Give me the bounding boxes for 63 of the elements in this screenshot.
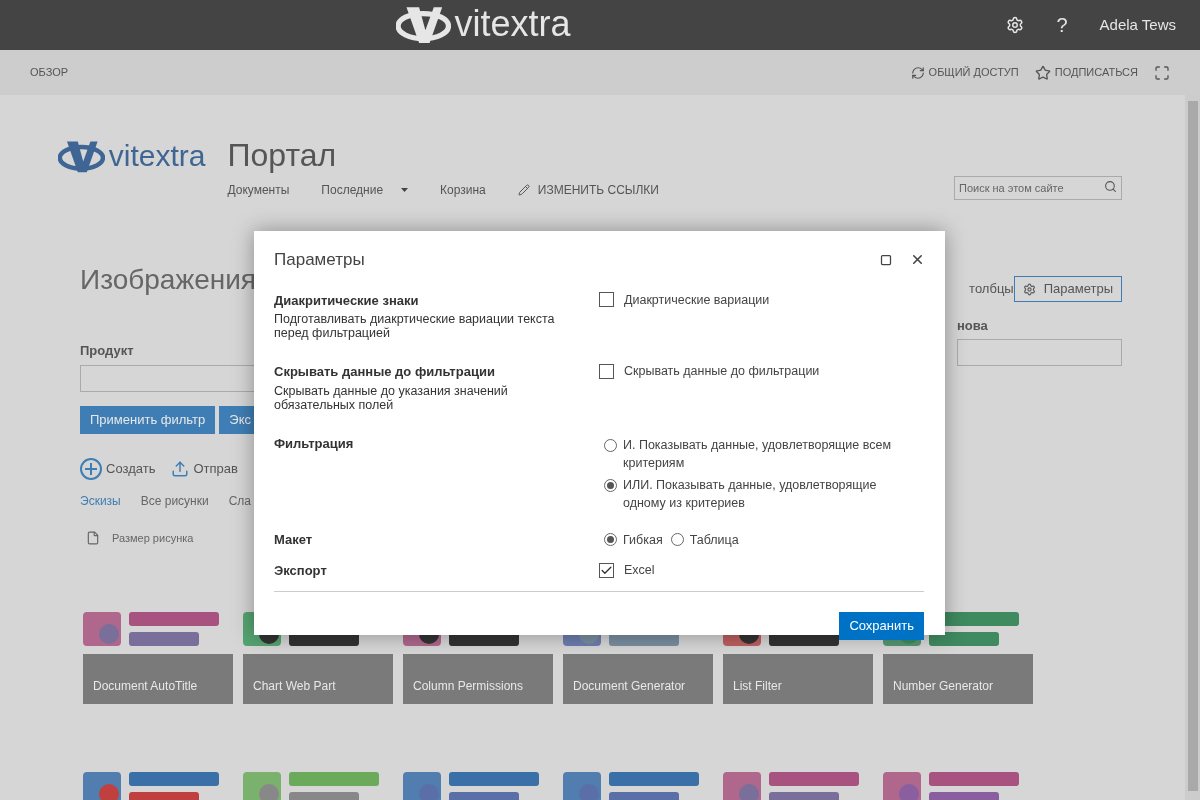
option-description: Скрывать данные до указания значений обязательных полей xyxy=(274,383,509,412)
option-title: Диакритические знаки xyxy=(274,291,420,310)
checkbox-label: Excel xyxy=(624,562,655,580)
settings-icon xyxy=(1022,282,1036,296)
field-label: нова xyxy=(957,317,989,335)
caret-icon xyxy=(401,188,409,192)
toolbar-button[interactable]: толбцы xyxy=(969,276,1014,302)
filter-button[interactable]: Применить фильтр xyxy=(80,405,216,434)
nav-link[interactable]: Последние xyxy=(321,181,409,199)
command-link[interactable]: Отправ xyxy=(171,458,238,479)
radio-label: И. Показывать данные, удовлетворящие всем критериям xyxy=(623,436,892,472)
checkbox[interactable] xyxy=(599,363,614,379)
site-title: Портал xyxy=(227,139,338,171)
nav-link[interactable]: ИЗМЕНИТЬ ССЫЛКИ xyxy=(517,181,659,199)
upload-icon xyxy=(171,459,190,478)
command-link[interactable]: Создать xyxy=(80,457,156,480)
tile[interactable]: Number Generator xyxy=(883,654,1033,704)
share-icon xyxy=(910,65,925,80)
tile[interactable]: Column Permissions xyxy=(403,654,553,704)
search-field[interactable]: Поиск на этом сайте xyxy=(954,176,1122,200)
field-label: Продукт xyxy=(80,342,135,360)
scrollbar-thumb[interactable] xyxy=(1187,101,1198,791)
view-tab[interactable]: Сла xyxy=(228,491,252,510)
star-icon xyxy=(1034,64,1051,81)
plus-circle-icon xyxy=(80,457,102,480)
pencil-icon xyxy=(517,184,530,196)
option-title: Скрывать данные до фильтрации xyxy=(274,363,496,381)
dialog-title: Параметры xyxy=(274,249,365,271)
nav-link[interactable]: Документы xyxy=(227,181,290,199)
tile[interactable]: List Filter xyxy=(723,654,873,704)
tile[interactable]: Document Generator xyxy=(563,654,713,704)
checkbox-label: Диакртические вариации xyxy=(624,291,770,309)
filter-field[interactable] xyxy=(957,338,1122,366)
option-title: Макет xyxy=(274,530,314,549)
toolbar-button[interactable]: Параметры xyxy=(1013,276,1122,302)
brand-logo: vitextra xyxy=(454,6,571,42)
ribbon-action[interactable]: ПОДПИСАТЬСЯ xyxy=(1034,64,1138,81)
settings-icon[interactable] xyxy=(1006,16,1025,34)
view-tab[interactable]: Все рисунки xyxy=(140,491,209,510)
help-button[interactable]: ? xyxy=(1048,10,1076,40)
checkbox-label: Скрывать данные до фильтрации xyxy=(624,363,820,380)
radio-label: Гибкая xyxy=(623,531,663,549)
site-logo[interactable]: vitextra xyxy=(108,133,206,178)
option-title: Фильтрация xyxy=(274,434,355,453)
focus-icon[interactable] xyxy=(1154,64,1170,81)
ribbon-tab[interactable]: ОБЗОР xyxy=(30,64,69,81)
maximize-icon[interactable] xyxy=(880,253,892,266)
user-name[interactable]: Adela Tews xyxy=(1099,13,1176,37)
ribbon-action[interactable]: ОБЩИЙ ДОСТУП xyxy=(910,64,1019,81)
nav-link[interactable]: Корзина xyxy=(440,181,486,199)
radio-label: ИЛИ. Показывать данные, удовлетворящие одному из критериев xyxy=(623,476,878,512)
column-header[interactable]: Размер рисунка xyxy=(112,529,194,546)
search-icon[interactable] xyxy=(1104,180,1117,193)
save-button[interactable]: Сохранить xyxy=(839,611,924,640)
checkbox[interactable] xyxy=(599,563,614,579)
tile[interactable]: Chart Web Part xyxy=(243,654,393,704)
radio-label: Таблица xyxy=(689,531,739,549)
file-icon xyxy=(86,530,100,545)
view-tab[interactable]: Эскизы xyxy=(80,491,121,510)
option-title: Экспорт xyxy=(274,562,328,581)
option-description: Подготавливать диакртические вариации текста перед фильтрацией xyxy=(274,312,556,340)
tile[interactable]: Document AutoTitle xyxy=(83,654,233,704)
checkbox[interactable] xyxy=(599,292,614,308)
